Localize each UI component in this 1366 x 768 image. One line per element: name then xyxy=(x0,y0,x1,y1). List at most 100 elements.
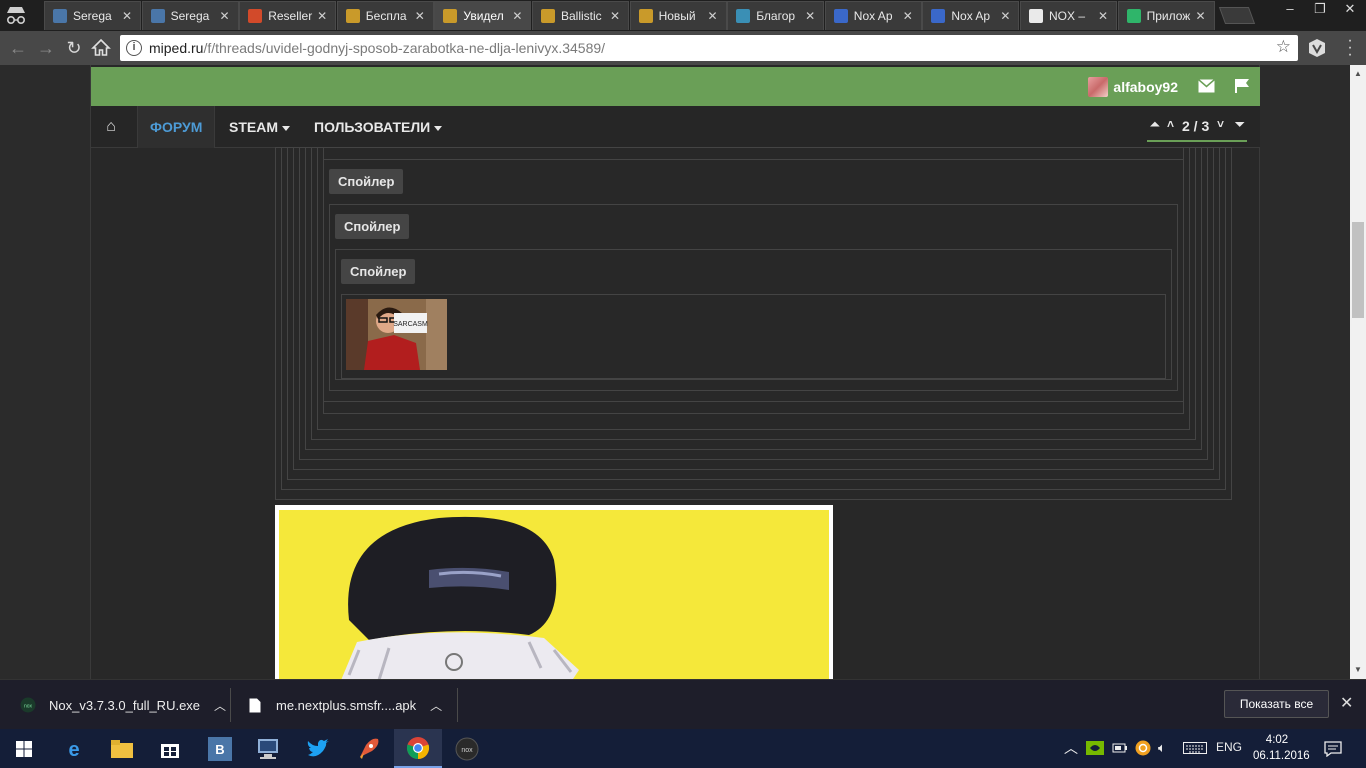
close-tab-icon[interactable]: ✕ xyxy=(415,9,425,23)
address-bar[interactable]: i miped.ru/f/threads/uvidel-godnyj-sposo… xyxy=(120,35,1298,61)
url-text[interactable]: miped.ru/f/threads/uvidel-godnyj-sposob-… xyxy=(149,40,605,56)
explorer-taskbar-button[interactable] xyxy=(98,729,146,768)
close-window-icon[interactable]: ✕ xyxy=(1335,0,1365,20)
download-filename: Nox_v3.7.3.0_full_RU.exe xyxy=(49,697,201,713)
chevron-up-icon[interactable]: ︿ xyxy=(214,697,226,714)
bookmark-star-icon[interactable]: ☆ xyxy=(1276,37,1291,57)
browser-tab[interactable]: Беспла ✕ xyxy=(336,1,434,30)
user-menu[interactable]: alfaboy92 xyxy=(1088,77,1178,97)
keyboard-icon[interactable] xyxy=(1183,742,1207,754)
browser-tab[interactable]: Serega ✕ xyxy=(44,1,141,30)
close-tab-icon[interactable]: ✕ xyxy=(610,9,620,23)
browser-tab[interactable]: Reseller ✕ xyxy=(239,1,337,30)
tab-title: Nox Ap xyxy=(951,9,991,23)
spoiler-button[interactable]: Спойлер xyxy=(341,259,416,284)
scrollbar-thumb[interactable] xyxy=(1352,222,1364,318)
spoiler-content xyxy=(341,294,1166,379)
browser-tab[interactable]: Nox Ap ✕ xyxy=(824,1,922,30)
extension-icon[interactable] xyxy=(1307,38,1327,58)
forward-arrow-icon[interactable]: → xyxy=(35,37,57,59)
browser-tab[interactable]: Прилож ✕ xyxy=(1117,1,1215,30)
home-icon[interactable] xyxy=(91,38,111,58)
close-tab-icon[interactable]: ✕ xyxy=(122,9,132,23)
start-button[interactable] xyxy=(0,729,48,768)
restore-icon[interactable]: ❐ xyxy=(1305,0,1335,20)
language-indicator[interactable]: ENG xyxy=(1216,740,1242,754)
url-host: miped.ru xyxy=(149,40,204,56)
flag-icon[interactable] xyxy=(1234,78,1250,94)
chrome-taskbar-button[interactable] xyxy=(394,729,442,768)
tab-title: Благор xyxy=(756,9,796,23)
nvidia-icon[interactable] xyxy=(1086,741,1104,755)
avatar xyxy=(1088,77,1109,97)
battery-icon[interactable] xyxy=(1112,741,1128,755)
show-all-downloads-button[interactable]: Показать все xyxy=(1224,690,1329,718)
scroll-down-icon[interactable]: ▼ xyxy=(1353,665,1363,675)
close-tab-icon[interactable]: ✕ xyxy=(805,9,815,23)
browser-tab[interactable]: Serega ✕ xyxy=(141,1,239,30)
store-icon xyxy=(161,743,179,758)
close-tab-icon[interactable]: ✕ xyxy=(512,9,522,23)
nav-users[interactable]: ПОЛЬЗОВАТЕЛИ xyxy=(302,106,454,148)
edge-taskbar-button[interactable]: e xyxy=(50,729,98,768)
prev-page-icon[interactable]: ˄ xyxy=(1167,117,1174,131)
miped-icon xyxy=(638,9,653,23)
browser-tab[interactable]: NOX – ✕ xyxy=(1020,1,1117,30)
twitter-taskbar-button[interactable] xyxy=(294,729,342,768)
close-tab-icon[interactable]: ✕ xyxy=(1000,9,1010,23)
post-image[interactable] xyxy=(275,505,833,679)
reload-icon[interactable]: ↻ xyxy=(63,37,85,59)
system-clock[interactable]: 4:02 06.11.2016 xyxy=(1253,732,1310,764)
next-page-icon[interactable]: ˅ xyxy=(1217,117,1224,131)
page-scrollbar[interactable]: ▲ ▼ xyxy=(1350,65,1366,679)
browser-tab[interactable]: Благор ✕ xyxy=(727,1,825,30)
close-tab-icon[interactable]: ✕ xyxy=(220,9,230,23)
chevron-down-icon xyxy=(282,125,290,131)
notification-center-icon[interactable] xyxy=(1324,741,1342,757)
first-page-icon[interactable]: ⏶ xyxy=(1150,117,1160,132)
scroll-up-icon[interactable]: ▲ xyxy=(1353,69,1363,79)
volume-icon[interactable]: 🔈︎ xyxy=(1158,740,1166,756)
back-arrow-icon[interactable]: ← xyxy=(7,37,29,59)
nav-forum[interactable]: ФОРУМ xyxy=(137,106,216,148)
sarcasm-image[interactable]: SARCASM xyxy=(346,299,447,370)
new-tab-button[interactable] xyxy=(1218,7,1256,24)
browser-tab[interactable]: Новый ✕ xyxy=(629,1,727,30)
envelope-icon[interactable] xyxy=(1198,79,1215,93)
svg-text:B: B xyxy=(215,742,224,757)
incognito-icon xyxy=(6,7,26,25)
site-info-icon[interactable]: i xyxy=(126,40,142,56)
power-app-icon[interactable] xyxy=(1135,740,1151,756)
download-item-nox-exe[interactable]: nox Nox_v3.7.3.0_full_RU.exe ︿ xyxy=(20,680,226,730)
download-item-apk[interactable]: me.nextplus.smsfr....apk ︿ xyxy=(249,680,442,730)
close-shelf-icon[interactable]: ✕ xyxy=(1340,693,1353,713)
browser-tab[interactable]: Ballistic ✕ xyxy=(532,1,629,30)
minimize-icon[interactable]: – xyxy=(1275,0,1305,20)
close-tab-icon[interactable]: ✕ xyxy=(903,9,913,23)
vk-taskbar-button[interactable]: B xyxy=(196,729,244,768)
svg-text:nox: nox xyxy=(461,747,473,754)
spoiler-button[interactable]: Спойлер xyxy=(335,214,410,239)
spoiler-button[interactable]: Спойлер xyxy=(329,169,404,194)
browser-tab[interactable]: Увидел ✕ xyxy=(434,1,532,30)
browser-tab[interactable]: Nox Ap ✕ xyxy=(922,1,1020,30)
app-taskbar-button[interactable] xyxy=(344,729,392,768)
divider xyxy=(230,688,231,722)
close-tab-icon[interactable]: ✕ xyxy=(708,9,718,23)
close-tab-icon[interactable]: ✕ xyxy=(1196,9,1206,23)
forum-home-icon[interactable]: ⌂ xyxy=(91,106,131,148)
chevron-down-icon xyxy=(434,125,443,131)
tab-title: Nox Ap xyxy=(853,9,893,23)
nox-taskbar-button[interactable]: nox xyxy=(443,729,491,768)
close-tab-icon[interactable]: ✕ xyxy=(317,9,327,23)
store-taskbar-button[interactable] xyxy=(146,729,194,768)
miped-icon xyxy=(541,9,555,23)
browser-menu-icon[interactable]: · · · xyxy=(1346,33,1354,63)
network-app-taskbar-button[interactable] xyxy=(244,729,292,768)
forum-site: alfaboy92 ⌂ ФОРУМ STEAM ПОЛЬЗОВАТЕЛИ ⏶ ˄… xyxy=(90,65,1260,679)
chevron-up-icon[interactable]: ︿ xyxy=(1064,738,1078,758)
chevron-up-icon[interactable]: ︿ xyxy=(430,697,442,714)
close-tab-icon[interactable]: ✕ xyxy=(1098,9,1108,23)
nav-steam[interactable]: STEAM xyxy=(217,106,302,148)
last-page-icon[interactable]: ⏷ xyxy=(1235,117,1245,132)
